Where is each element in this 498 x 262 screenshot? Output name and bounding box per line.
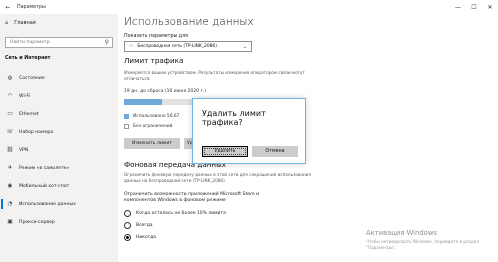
home-icon: ⌂: [5, 20, 9, 26]
dialog-delete-button[interactable]: Удалить: [202, 146, 248, 157]
title-bar: ← Параметры — ☐ ✕: [0, 0, 498, 14]
sidebar-item-label: Набор номера: [19, 129, 54, 135]
page-title: Использование данных: [124, 16, 254, 28]
activation-watermark-text: Чтобы активировать Windows, перейдите в …: [366, 239, 480, 250]
minimize-button[interactable]: —: [450, 0, 466, 14]
network-dropdown[interactable]: ◠ Беспроводная сеть (TP-LINK_2086) ⌄: [124, 41, 252, 52]
reset-days-text: 19 дн. до сброса (16 июня 2020 г.): [124, 89, 207, 94]
search-input[interactable]: Найти параметр ⚲: [5, 37, 113, 48]
data-usage-icon: ◔: [7, 201, 13, 207]
used-label: Использовано 56,67: [133, 114, 180, 119]
sidebar-item-label: Ethernet: [19, 111, 39, 117]
sidebar-item-label: Режим «в самолете»: [19, 165, 70, 171]
globe-icon: ◍: [7, 75, 13, 81]
sidebar-item-label: Wi-Fi: [19, 93, 30, 99]
sidebar-item-label: Прокси-сервер: [19, 219, 55, 225]
show-settings-label: Показать параметры для: [124, 34, 189, 39]
back-arrow-icon[interactable]: ←: [2, 0, 14, 14]
vpn-icon: ⛓: [6, 147, 14, 153]
search-placeholder: Найти параметр: [10, 40, 50, 45]
dialog-cancel-button[interactable]: Отмена: [252, 146, 298, 157]
hotspot-icon: ◉: [7, 183, 13, 189]
window-title: Параметры: [17, 4, 46, 10]
radio-circle-icon: [124, 222, 131, 229]
legend-used: Использовано 56,67: [124, 114, 179, 119]
network-dropdown-value: Беспроводная сеть (TP-LINK_2086): [137, 44, 217, 49]
sidebar-item-label: Состояние: [19, 75, 45, 81]
dialog-question: Удалить лимит трафика?: [202, 109, 266, 127]
sidebar-item-label: Мобильный хот-спот: [19, 183, 70, 189]
sidebar-item-dialup[interactable]: ☏ Набор номера: [0, 124, 118, 140]
radio-option-never[interactable]: Никогда: [124, 234, 156, 241]
unlimited-swatch-icon: [124, 124, 129, 129]
radio-label: Никогда: [136, 235, 157, 240]
legend-unlimited: Без ограничений: [124, 124, 173, 129]
sidebar-item-ethernet[interactable]: ▭ Ethernet: [0, 106, 118, 122]
change-limit-button[interactable]: Изменить лимит: [124, 138, 180, 149]
sidebar-item-data-usage[interactable]: ◔ Использование данных: [0, 196, 118, 212]
sidebar-item-wifi[interactable]: ◠ Wi-Fi: [0, 88, 118, 104]
sidebar-section-title: Сеть и Интернет: [5, 56, 51, 61]
sidebar-item-status[interactable]: ◍ Состояние: [0, 70, 118, 86]
wifi-icon: ◠: [129, 43, 134, 50]
sidebar-item-vpn[interactable]: ⛓ VPN: [0, 142, 118, 158]
background-description: Ограничить фоновую передачу данных в это…: [124, 172, 311, 183]
sidebar-item-label: VPN: [19, 147, 29, 153]
restrict-heading: Ограничить возможности приложений Micros…: [124, 192, 344, 204]
activation-watermark-title: Активация Windows: [366, 229, 437, 237]
unlimited-label: Без ограничений: [133, 124, 173, 129]
dialog-delete-label: Удалить: [214, 149, 236, 154]
chevron-down-icon: ⌄: [242, 43, 247, 50]
dialup-icon: ☏: [6, 129, 14, 135]
radio-option-10-percent[interactable]: Когда осталось не более 10% лимита: [124, 210, 226, 217]
home-label: Главная: [14, 20, 36, 26]
limit-description: Измеряется вашим устройством. Результаты…: [124, 70, 305, 81]
radio-label: Всегда: [136, 223, 153, 228]
proxy-icon: ▣: [7, 219, 13, 225]
sidebar: ⌂ Главная Найти параметр ⚲ Сеть и Интерн…: [0, 14, 118, 262]
sidebar-item-airplane[interactable]: ✈ Режим «в самолете»: [0, 160, 118, 176]
radio-circle-icon: [124, 210, 131, 217]
sidebar-home[interactable]: ⌂ Главная: [5, 20, 36, 26]
sidebar-item-hotspot[interactable]: ◉ Мобильный хот-спот: [0, 178, 118, 194]
maximize-button[interactable]: ☐: [466, 0, 482, 14]
usage-progress-fill: [124, 99, 162, 105]
window-controls: — ☐ ✕: [450, 0, 498, 14]
ethernet-icon: ▭: [7, 111, 13, 117]
main-content: Использование данных Показать параметры …: [118, 14, 498, 262]
limit-heading: Лимит трафика: [124, 56, 184, 65]
radio-label: Когда осталось не более 10% лимита: [136, 211, 226, 216]
used-swatch-icon: [124, 114, 129, 119]
search-icon: ⚲: [104, 39, 109, 46]
airplane-icon: ✈: [7, 165, 13, 171]
sidebar-item-label: Использование данных: [19, 201, 76, 207]
wifi-icon: ◠: [7, 93, 13, 99]
sidebar-item-proxy[interactable]: ▣ Прокси-сервер: [0, 214, 118, 230]
delete-limit-dialog: Удалить лимит трафика? Удалить Отмена: [192, 98, 306, 164]
radio-circle-icon: [124, 234, 131, 241]
radio-option-always[interactable]: Всегда: [124, 222, 153, 229]
restrict-heading-line2: компонентов Windows в фоновом режиме: [124, 198, 226, 203]
close-button[interactable]: ✕: [482, 0, 498, 14]
